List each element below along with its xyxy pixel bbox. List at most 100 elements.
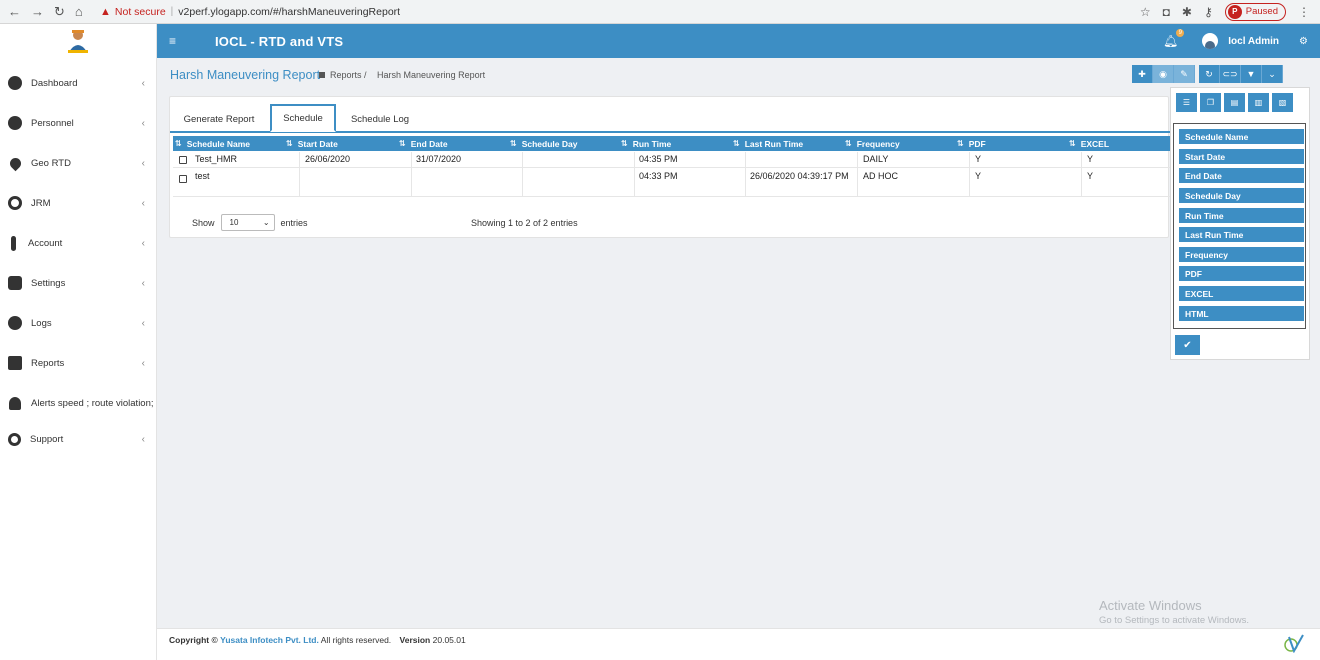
column-header-schedule-name[interactable]: ⇅ Schedule Name — [175, 136, 250, 151]
profile-button[interactable]: P Paused — [1224, 2, 1286, 21]
filter-button[interactable]: ▼ — [1241, 65, 1262, 83]
table-row[interactable]: test 04:33 PM 26/06/2020 04:39:17 PM AD … — [173, 169, 1170, 197]
extension-icon[interactable]: ◘ — [1163, 5, 1170, 19]
table-row[interactable]: Test_HMR 26/06/2020 31/07/2020 04:35 PM … — [173, 152, 1170, 168]
notifications-button[interactable]: 🔔︎ 9 — [1163, 29, 1185, 48]
entries-length: Show 10 ⌄ entries — [192, 214, 308, 231]
sidebar-item-reports[interactable]: Reports ‹ — [0, 353, 157, 373]
column-toggle-end-date[interactable]: End Date — [1179, 168, 1304, 183]
sidebar-item-label: Logs — [31, 317, 52, 329]
column-toggle-start-date[interactable]: Start Date — [1179, 149, 1304, 164]
sidebar-item-settings[interactable]: Settings ‹ — [0, 273, 157, 293]
entries-select[interactable]: 10 ⌄ — [220, 214, 275, 231]
version-number: 20.05.01 — [432, 635, 466, 645]
sort-icon: ⇅ — [1069, 139, 1076, 148]
excel-icon[interactable]: ▤ — [1224, 93, 1245, 112]
breadcrumb-parent[interactable]: Reports / — [330, 70, 367, 80]
browser-actions: ☆ ◘ ✱ ⚷ P Paused ⋮ — [1140, 2, 1320, 21]
more-icon[interactable]: ⋮ — [1298, 5, 1310, 19]
tab-schedule[interactable]: Schedule — [270, 104, 336, 132]
list-icon — [8, 356, 22, 370]
row-checkbox[interactable] — [179, 175, 187, 186]
sidebar-item-geo-rtd[interactable]: Geo RTD ‹ — [0, 153, 157, 173]
report-toolbar: ✚ ◉ ✎ ↻ ⊂⊃ ▼ ⌄ — [1132, 65, 1283, 83]
column-toggle-schedule-day[interactable]: Schedule Day — [1179, 188, 1304, 203]
notification-badge: 9 — [1176, 29, 1185, 37]
csv-icon[interactable]: ▥ — [1248, 93, 1269, 112]
tab-generate-report[interactable]: Generate Report — [174, 107, 264, 132]
company-link[interactable]: Yusata Infotech Pvt. Ltd. — [220, 635, 319, 645]
sidebar-item-logs[interactable]: Logs ‹ — [0, 313, 157, 333]
warning-icon: ▲ — [100, 5, 111, 18]
sliders-icon[interactable]: ☰ — [1176, 93, 1197, 112]
bell-icon: 🔔︎ — [1163, 34, 1179, 48]
sort-icon: ⇅ — [399, 139, 406, 148]
sort-icon: ⇅ — [175, 139, 182, 148]
sidebar-item-label: Account — [28, 237, 63, 249]
view-button[interactable]: ◉ — [1153, 65, 1174, 83]
puzzle-icon[interactable]: ✱ — [1182, 5, 1192, 19]
edit-button[interactable]: ✎ — [1174, 65, 1195, 83]
column-toggle-last-run-time[interactable]: Last Run Time — [1179, 227, 1304, 242]
user-name[interactable]: Iocl Admin — [1228, 36, 1279, 47]
column-header-end-date[interactable]: ⇅ End Date — [399, 136, 448, 151]
browser-toolbar: ← → ↻ ⌂ ▲ Not secure | v2perf.ylogapp.co… — [0, 0, 1320, 24]
add-button[interactable]: ✚ — [1132, 65, 1153, 83]
column-header-schedule-day[interactable]: ⇅ Schedule Day — [510, 136, 577, 151]
cell-schedule-name: test — [195, 171, 210, 181]
back-icon[interactable]: ← — [8, 4, 21, 20]
avatar[interactable] — [1202, 33, 1219, 49]
chevron-down-icon: ⌄ — [1268, 68, 1276, 79]
address-bar[interactable]: v2perf.ylogapp.com/#/harshManeuveringRep… — [178, 6, 400, 18]
settings-icon — [8, 276, 22, 290]
column-header-pdf[interactable]: ⇅ PDF — [957, 136, 986, 151]
column-list: Schedule Name Start Date End Date Schedu… — [1173, 123, 1306, 329]
chevron-left-icon: ‹ — [141, 157, 145, 169]
chevron-down-icon: ⌄ — [262, 218, 270, 227]
column-toggle-html[interactable]: HTML — [1179, 306, 1304, 321]
not-secure-label[interactable]: Not secure — [115, 6, 166, 18]
column-toggle-pdf[interactable]: PDF — [1179, 266, 1304, 281]
dropdown-button[interactable]: ⌄ — [1262, 65, 1283, 83]
star-icon[interactable]: ☆ — [1140, 5, 1151, 19]
sidebar-item-jrm[interactable]: JRM ‹ — [0, 193, 157, 213]
sidebar-item-dashboard[interactable]: Dashboard ‹ — [0, 73, 157, 93]
sidebar-item-personnel[interactable]: Personnel ‹ — [0, 113, 157, 133]
column-header-frequency[interactable]: ⇅ Frequency — [845, 136, 900, 151]
copy-icon[interactable]: ❐ — [1200, 93, 1221, 112]
sort-icon: ⇅ — [733, 139, 740, 148]
pdf-icon[interactable]: ▧ — [1272, 93, 1293, 112]
key-icon[interactable]: ⚷ — [1204, 5, 1213, 19]
hamburger-menu-icon[interactable]: ≡ — [169, 34, 193, 48]
dashboard-icon — [8, 76, 22, 90]
apply-columns-button[interactable]: ✔ — [1175, 335, 1200, 355]
row-checkbox[interactable] — [179, 156, 187, 167]
column-header-start-date[interactable]: ⇅ Start Date — [286, 136, 338, 151]
column-header-excel[interactable]: ⇅ EXCEL — [1069, 136, 1109, 151]
toggle-button[interactable]: ⊂⊃ — [1220, 65, 1241, 83]
home-icon[interactable]: ⌂ — [75, 4, 83, 20]
sidebar-item-account[interactable]: Account ‹ — [0, 233, 157, 253]
tab-schedule-log[interactable]: Schedule Log — [340, 107, 420, 132]
forward-icon[interactable]: → — [31, 4, 44, 20]
sidebar-item-alerts[interactable]: Alerts speed ; route violation; — [0, 393, 157, 413]
column-toggle-schedule-name[interactable]: Schedule Name — [1179, 129, 1304, 144]
column-toggle-frequency[interactable]: Frequency — [1179, 247, 1304, 262]
chevron-left-icon: ‹ — [141, 317, 145, 329]
column-divider — [299, 152, 300, 197]
reload-icon[interactable]: ↻ — [54, 4, 65, 20]
column-header-run-time[interactable]: ⇅ Run Time — [621, 136, 671, 151]
url-separator: | — [170, 6, 174, 17]
column-toggle-excel[interactable]: EXCEL — [1179, 286, 1304, 301]
gear-icon — [8, 196, 22, 210]
browser-nav: ← → ↻ ⌂ — [0, 4, 96, 20]
sidebar-item-label: Reports — [31, 357, 65, 369]
cell-excel: Y — [1087, 154, 1094, 164]
chevron-left-icon: ‹ — [141, 117, 145, 129]
user-settings-icon[interactable]: ⚙ — [1299, 36, 1308, 47]
refresh-button[interactable]: ↻ — [1199, 65, 1220, 83]
column-header-last-run-time[interactable]: ⇅ Last Run Time — [733, 136, 803, 151]
logo-icon — [68, 30, 88, 53]
column-toggle-run-time[interactable]: Run Time — [1179, 208, 1304, 223]
sidebar-item-support[interactable]: Support ‹ — [0, 429, 157, 449]
